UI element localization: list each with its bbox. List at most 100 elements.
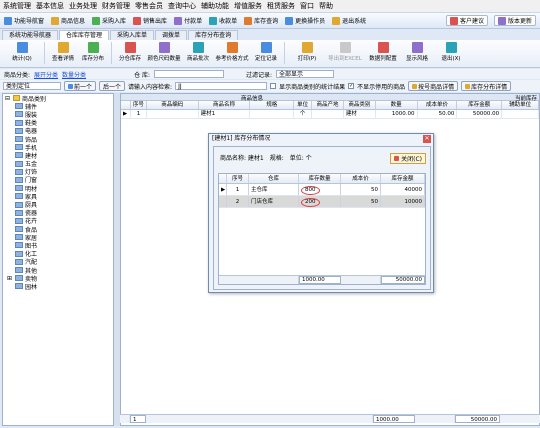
toolbar-button[interactable]: 分仓库存	[116, 42, 144, 66]
tree-item[interactable]: 明材	[3, 184, 113, 193]
menu-item[interactable]: 查询中心	[168, 1, 196, 11]
tree-item[interactable]: 厨具	[3, 200, 113, 209]
tree-item[interactable]: 花卉	[3, 217, 113, 225]
dcolumn-header[interactable]: 库存数量	[299, 174, 341, 183]
tree-item[interactable]: 家居	[3, 233, 113, 242]
close-button[interactable]: 关闭(C)	[390, 153, 426, 164]
tree-item[interactable]: 电器	[3, 127, 113, 135]
tab[interactable]: 仓库库存管理	[59, 30, 110, 40]
tree-item[interactable]: 建材	[3, 151, 113, 160]
column-header[interactable]: 商品产地	[312, 101, 344, 109]
column-header[interactable]: 数量	[376, 101, 418, 109]
dcolumn-header[interactable]: 序号	[227, 174, 249, 183]
tree-item[interactable]: 园林	[3, 282, 113, 291]
collapse-icon[interactable]: ⊟	[5, 95, 11, 102]
tree-item[interactable]: 饰品	[3, 135, 113, 144]
category-locate-input[interactable]: 类别定位	[3, 82, 61, 90]
menu-item[interactable]: 财务管理	[102, 1, 130, 11]
quick-item[interactable]: 退出系统	[332, 16, 366, 25]
column-header[interactable]: 商品类别	[344, 101, 376, 109]
close-icon[interactable]: ✕	[423, 135, 431, 143]
show-category-stats-checkbox[interactable]	[270, 83, 277, 89]
column-header[interactable]: 商品名称	[199, 101, 251, 109]
toolbar-button[interactable]: 退出(X)	[433, 42, 469, 66]
column-header[interactable]: 商品编码	[147, 101, 199, 109]
expand-icon[interactable]: ⊞	[7, 275, 13, 282]
tab[interactable]: 采购入库单	[110, 30, 155, 40]
toolbar-button[interactable]: 颜色尺码数量	[146, 42, 182, 66]
column-header[interactable]: 单位	[294, 101, 313, 109]
menu-item[interactable]: 零售会员	[135, 1, 163, 11]
menu-item[interactable]: 租赁服务	[267, 1, 295, 11]
tab[interactable]: 调拨单	[155, 30, 188, 40]
column-header[interactable]: 序号	[131, 101, 147, 109]
menu-item[interactable]: 增值服务	[234, 1, 262, 11]
quick-item[interactable]: 库存查询	[244, 16, 278, 25]
column-header[interactable]: 辅助单位	[502, 101, 539, 109]
toolbar-button[interactable]: 库存分布	[79, 42, 107, 66]
column-header[interactable]: 成本单价	[418, 101, 458, 109]
menu-item[interactable]: 业务处理	[69, 1, 97, 11]
quick-item[interactable]: 收款单	[209, 16, 237, 25]
toolbar-button[interactable]: 显示风格	[403, 42, 431, 66]
menu-item[interactable]: 基本信息	[36, 1, 64, 11]
tree-item[interactable]: 辅件	[3, 102, 113, 111]
toolbar-button[interactable]: 定位记录	[252, 42, 280, 66]
toolbar-button[interactable]: 数据列配置	[365, 42, 401, 66]
price-mode-icon	[226, 42, 238, 53]
tree-item[interactable]: 其他	[3, 266, 113, 275]
table-row[interactable]: ▶ 1 建材1 个 建材 1000.00 50.00 50000.00	[121, 110, 539, 119]
toolbar-button[interactable]: 商品批次	[184, 42, 212, 66]
tab[interactable]: 库存分布查询	[188, 30, 239, 40]
quick-item[interactable]: 销售出库	[133, 16, 167, 25]
toolbar-button[interactable]: 参考价格方式	[214, 42, 250, 66]
distribution-row[interactable]: 2 门店仓库 200 50 10000	[219, 196, 425, 208]
quick-item[interactable]: 付款单	[174, 16, 202, 25]
column-header[interactable]: 规格	[250, 101, 295, 109]
tree-item[interactable]: 家具	[3, 192, 113, 201]
quick-item[interactable]: 更换操作员	[285, 16, 325, 25]
tree-item[interactable]: 图书	[3, 241, 113, 250]
toolbar-button[interactable]: 查看详情	[49, 42, 77, 66]
quick-right-item[interactable]: 客户建议	[445, 15, 488, 26]
menu-item[interactable]: 窗口	[300, 1, 314, 11]
query-input[interactable]: JJ	[175, 82, 268, 90]
tree-root[interactable]: ⊟ 商品类别	[3, 94, 113, 103]
distribution-row[interactable]: ▶ 1 主仓库 800 50 40000	[219, 184, 425, 196]
tree-item[interactable]: 化工	[3, 250, 113, 258]
toolbar-button[interactable]: 统计(Q)	[4, 42, 40, 66]
menu-item[interactable]: 帮助	[319, 1, 333, 11]
tree-item[interactable]: 瓷器	[3, 209, 113, 217]
quick-item[interactable]: 商品信息	[51, 16, 85, 25]
distribution-details-button[interactable]: 库存分布详情	[461, 81, 512, 91]
tree-item[interactable]: 汽配	[3, 258, 113, 266]
expand-category-link[interactable]: 展开分类	[34, 70, 58, 79]
dcolumn-header[interactable]: 仓库	[249, 174, 299, 183]
menu-item[interactable]: 系统管理	[3, 1, 31, 11]
dcolumn-header[interactable]: 库存金额	[381, 174, 425, 183]
hide-disabled-checkbox[interactable]	[348, 83, 355, 89]
filter-records-select[interactable]: 全部显示	[276, 70, 335, 78]
toolbar-button[interactable]: 导出到EXCEL	[327, 42, 363, 66]
quick-right-item[interactable]: 版本更新	[493, 15, 536, 26]
menu-item[interactable]: 辅助功能	[201, 1, 229, 11]
tree-item[interactable]: 五金	[3, 160, 113, 168]
dcolumn-header[interactable]: 成本价	[341, 174, 381, 183]
toolbar-button[interactable]: 打印(P)	[289, 42, 325, 66]
prev-button[interactable]: 前一个	[64, 81, 97, 91]
tree-item[interactable]: 手机	[3, 143, 113, 152]
quantity-category-link[interactable]: 数量分类	[62, 70, 86, 79]
next-button[interactable]: 后一个	[99, 81, 126, 91]
tree-item[interactable]: 服装	[3, 110, 113, 119]
column-header[interactable]: 库存金额	[457, 101, 503, 109]
item-details-button[interactable]: 按号商品详情	[408, 81, 459, 91]
tree-item[interactable]: 食品	[3, 225, 113, 234]
warehouse-select[interactable]	[154, 70, 224, 78]
tree-item[interactable]: 鞋类	[3, 119, 113, 127]
quick-item[interactable]: 采购入库	[92, 16, 126, 25]
tab[interactable]: 系统功能导航器	[2, 30, 59, 40]
tree-item[interactable]: 门窗	[3, 176, 113, 184]
tree-item[interactable]: 灯饰	[3, 168, 113, 176]
quick-item[interactable]: 功能导航窗	[4, 16, 44, 25]
tree-item[interactable]: ⊞ 卖物	[3, 274, 113, 283]
